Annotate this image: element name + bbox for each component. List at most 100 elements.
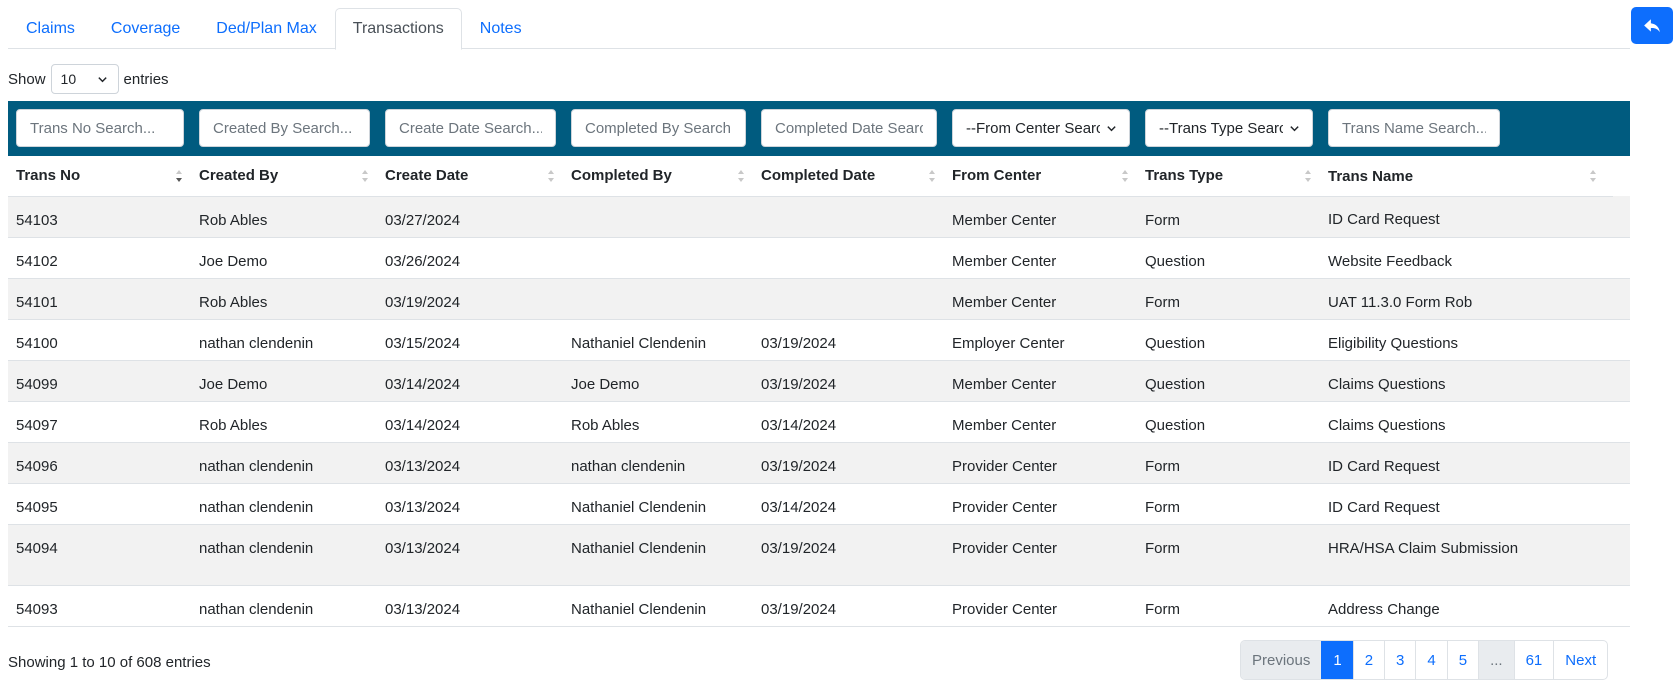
trans-name-placeholder: Trans Name Search... (1342, 119, 1486, 137)
trans-type-selected: --Trans Type Search-- (1159, 119, 1283, 137)
table-row[interactable]: 54095 nathan clendenin 03/13/2024 Nathaniel… (8, 483, 1630, 525)
show-label: Show (8, 70, 46, 88)
cell-from-center: Member Center (944, 360, 1137, 402)
table-row[interactable]: 54103 Rob Ables 03/27/2024 Member Center For… (8, 196, 1630, 238)
cell-from-center: Employer Center (944, 319, 1137, 361)
sort-icon (362, 170, 368, 182)
from-center-select[interactable]: --From Center Search-- (952, 109, 1130, 147)
cell-completed-by: nathan clendenin (563, 442, 753, 484)
cell-create-date: 03/13/2024 (377, 585, 563, 627)
trans-type-select[interactable]: --Trans Type Search-- (1145, 109, 1313, 147)
tab-transactions[interactable]: Transactions (334, 8, 462, 50)
table-row[interactable]: 54094 nathan clendenin 03/13/2024 Nathaniel… (8, 524, 1630, 586)
cell-created-by: Joe Demo (191, 360, 377, 402)
cell-trans-no: 54094 (8, 524, 191, 586)
cell-completed-by: Nathaniel Clendenin (563, 585, 753, 627)
cell-completed-by: Nathaniel Clendenin (563, 483, 753, 525)
completed-date-placeholder: Completed Date Search... (775, 119, 923, 137)
cell-from-center: Provider Center (944, 483, 1137, 525)
tab-coverage[interactable]: Coverage (93, 8, 198, 49)
table-info: Showing 1 to 10 of 608 entries (8, 654, 211, 671)
cell-completed-date (753, 237, 944, 279)
cell-created-by: nathan clendenin (191, 585, 377, 627)
col-header-trans-no[interactable]: Trans No (8, 156, 191, 197)
page-4-button[interactable]: 4 (1415, 641, 1446, 679)
table-row[interactable]: 54097 Rob Ables 03/14/2024 Rob Ables 03/14/2… (8, 401, 1630, 443)
chevron-down-icon (1290, 125, 1299, 131)
cell-completed-by (563, 278, 753, 320)
cell-from-center: Provider Center (944, 524, 1137, 586)
table-row[interactable]: 54101 Rob Ables 03/19/2024 Member Center For… (8, 278, 1630, 320)
create-date-search-input[interactable]: Create Date Search... (385, 109, 556, 147)
cell-trans-name: ID Card Request (1320, 483, 1630, 525)
cell-completed-date: 03/19/2024 (753, 524, 944, 586)
reply-arrow-icon (1644, 18, 1660, 32)
cell-created-by: nathan clendenin (191, 483, 377, 525)
cell-from-center: Member Center (944, 196, 1137, 238)
table-row[interactable]: 54093 nathan clendenin 03/13/2024 Nathaniel… (8, 585, 1630, 627)
sort-icon (738, 170, 744, 182)
cell-created-by: Joe Demo (191, 237, 377, 279)
cell-completed-date: 03/14/2024 (753, 483, 944, 525)
pagination: Previous 1 2 3 4 5 ... 61 Next (1240, 640, 1609, 680)
from-center-selected: --From Center Search-- (966, 119, 1100, 137)
cell-trans-no: 54102 (8, 237, 191, 279)
cell-create-date: 03/13/2024 (377, 442, 563, 484)
cell-trans-name: ID Card Request (1320, 442, 1630, 484)
page-61-button[interactable]: 61 (1513, 641, 1554, 679)
table-row[interactable]: 54096 nathan clendenin 03/13/2024 nathan cl… (8, 442, 1630, 484)
cell-completed-by: Nathaniel Clendenin (563, 319, 753, 361)
tab-notes[interactable]: Notes (462, 8, 540, 49)
cell-trans-name: Address Change (1320, 585, 1630, 627)
chevron-down-icon (1107, 125, 1116, 131)
sort-icon (1305, 170, 1311, 182)
col-header-create-date[interactable]: Create Date (377, 156, 563, 197)
cell-completed-date (753, 278, 944, 320)
page-3-button[interactable]: 3 (1384, 641, 1415, 679)
col-header-trans-name[interactable]: Trans Name (1320, 156, 1630, 197)
trans-name-search-input[interactable]: Trans Name Search... (1328, 109, 1500, 147)
cell-created-by: Rob Ables (191, 278, 377, 320)
sort-icon (929, 170, 935, 182)
table-row[interactable]: 54099 Joe Demo 03/14/2024 Joe Demo 03/19/202… (8, 360, 1630, 402)
col-header-trans-type[interactable]: Trans Type (1137, 156, 1320, 197)
table-row[interactable]: 54102 Joe Demo 03/26/2024 Member Center Ques… (8, 237, 1630, 279)
cell-completed-by: Rob Ables (563, 401, 753, 443)
cell-completed-by (563, 237, 753, 279)
cell-from-center: Member Center (944, 237, 1137, 279)
completed-date-search-input[interactable]: Completed Date Search... (761, 109, 937, 147)
created-by-search-input[interactable]: Created By Search... (199, 109, 370, 147)
entries-select[interactable]: 10 (50, 64, 119, 94)
next-page-button[interactable]: Next (1553, 641, 1607, 679)
cell-trans-type: Form (1137, 483, 1320, 525)
col-header-from-center[interactable]: From Center (944, 156, 1137, 197)
completed-by-search-input[interactable]: Completed By Search... (571, 109, 746, 147)
cell-create-date: 03/27/2024 (377, 196, 563, 238)
cell-trans-type: Form (1137, 585, 1320, 627)
page-2-button[interactable]: 2 (1352, 641, 1384, 679)
trans-no-search-input[interactable]: Trans No Search... (16, 109, 184, 147)
cell-trans-no: 54097 (8, 401, 191, 443)
sort-icon (1590, 170, 1596, 182)
cell-create-date: 03/13/2024 (377, 524, 563, 586)
cell-trans-no: 54103 (8, 196, 191, 238)
trans-no-placeholder: Trans No Search... (30, 119, 156, 137)
cell-from-center: Provider Center (944, 585, 1137, 627)
cell-create-date: 03/14/2024 (377, 360, 563, 402)
col-header-completed-date[interactable]: Completed Date (753, 156, 944, 197)
back-button[interactable] (1631, 7, 1673, 44)
tab-claims[interactable]: Claims (8, 8, 93, 49)
tab-ded-plan-max[interactable]: Ded/Plan Max (198, 8, 335, 49)
page-5-button[interactable]: 5 (1446, 641, 1478, 679)
chevron-down-icon (97, 76, 107, 82)
entries-label: entries (123, 70, 169, 88)
table-row[interactable]: 54100 nathan clendenin 03/15/2024 Nathaniel… (8, 319, 1630, 361)
page-1-button[interactable]: 1 (1321, 641, 1353, 679)
filter-bar: Trans No Search... Created By Search... … (8, 101, 1630, 156)
previous-page-button[interactable]: Previous (1241, 641, 1322, 679)
cell-trans-name: ID Card Request (1320, 196, 1630, 238)
cell-completed-date: 03/19/2024 (753, 585, 944, 627)
col-header-completed-by[interactable]: Completed By (563, 156, 753, 197)
tab-bar: Claims Coverage Ded/Plan Max Transaction… (8, 8, 1630, 50)
col-header-created-by[interactable]: Created By (191, 156, 377, 197)
